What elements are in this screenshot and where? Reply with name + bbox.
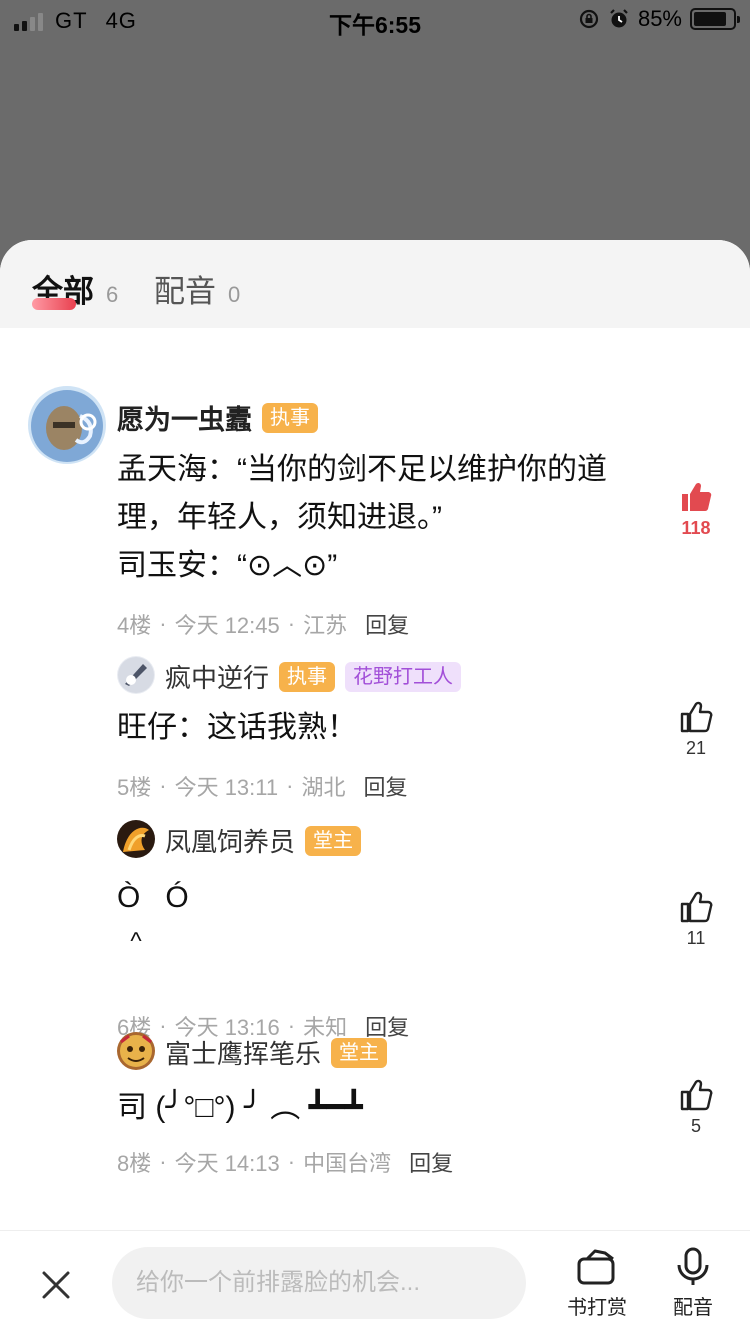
user-badge: 堂主 (331, 1037, 388, 1068)
meta-separator: · (287, 1149, 296, 1174)
floor-number: 4楼 (117, 613, 152, 638)
avatar[interactable] (28, 386, 106, 464)
active-tab-indicator (32, 298, 76, 310)
comment-location: 湖北 (301, 775, 346, 800)
battery-percent: 85% (637, 6, 682, 31)
avatar[interactable] (117, 820, 155, 858)
reply-button[interactable]: 回复 (365, 608, 409, 640)
gift-bag-icon (577, 1249, 615, 1285)
like-count: 5 (690, 1116, 701, 1136)
thumbs-up-icon (680, 1079, 713, 1111)
comment-time: 今天 14:13 (174, 1151, 280, 1176)
like-count: 11 (686, 928, 706, 948)
comments-sheet: 全部 6 配音 0 愿为一虫蠹 执事 孟天海：“当你的剑不足以维护你的道 理，年… (0, 240, 750, 1334)
battery-icon (690, 8, 740, 30)
comment-text-line: 孟天海：“当你的剑不足以维护你的道 (117, 453, 607, 486)
floor-number: 8楼 (117, 1151, 152, 1176)
meta-separator: · (286, 773, 294, 798)
comment-text-line: 理，年轻人，须知进退。” (117, 501, 442, 534)
dubbing-label: 配音 (673, 1297, 713, 1319)
username[interactable]: 愿为一虫蠹 (117, 398, 252, 437)
user-badge: 花野打工人 (345, 661, 462, 692)
like-button[interactable]: 5 (678, 1078, 714, 1137)
comment-text-line: Ò Ó (117, 881, 189, 914)
avatar[interactable] (117, 656, 155, 694)
like-button[interactable]: 118 (678, 480, 714, 539)
tab-all-count: 6 (106, 282, 119, 307)
meta-separator: · (159, 773, 167, 798)
comment-meta: 8楼 · 今天 14:13 · 中国台湾 回复 (117, 1146, 453, 1178)
comment-text-line: ^ (117, 928, 142, 955)
thumbs-up-icon (680, 891, 713, 923)
like-count: 21 (685, 738, 707, 758)
meta-separator: · (159, 1149, 167, 1174)
dubbing-button[interactable]: 配音 (658, 1247, 728, 1320)
username[interactable]: 富士鹰挥笔乐 (165, 1034, 321, 1071)
comment-input[interactable]: 给你一个前排露脸的机会... (112, 1247, 526, 1319)
like-button[interactable]: 11 (678, 890, 714, 949)
user-badge: 堂主 (305, 825, 362, 856)
comment-meta: 4楼 · 今天 12:45 · 江苏 回复 (117, 608, 409, 640)
like-button[interactable]: 21 (678, 700, 714, 759)
comment-meta: 5楼 · 今天 13:11 · 湖北 回复 (117, 770, 407, 802)
reply-button[interactable]: 回复 (363, 770, 407, 802)
rotation-lock-icon (579, 9, 599, 29)
tab-dubbing-label: 配音 (154, 274, 216, 309)
comment-location: 江苏 (303, 613, 348, 638)
close-icon (42, 1271, 70, 1299)
user-badge: 执事 (262, 402, 318, 433)
meta-separator: · (287, 611, 296, 636)
user-badge: 执事 (279, 661, 336, 692)
tab-dubbing-count: 0 (228, 282, 241, 307)
thumbs-up-filled-icon (682, 482, 712, 511)
microphone-icon (677, 1247, 709, 1285)
comment-time: 今天 13:11 (174, 775, 279, 800)
reply-button[interactable]: 回复 (409, 1146, 453, 1178)
tab-dubbing[interactable]: 配音 0 (154, 266, 240, 311)
close-button[interactable] (36, 1265, 76, 1305)
alarm-icon (610, 9, 628, 28)
book-reward-button[interactable]: 书打赏 (562, 1247, 632, 1320)
avatar[interactable] (117, 1032, 155, 1070)
thumbs-up-icon (680, 701, 713, 733)
book-reward-label: 书打赏 (567, 1297, 627, 1319)
username[interactable]: 凤凰饲养员 (165, 822, 295, 859)
comment-text-line: 司 (╯°□°) ╯ ︵ ┻━┻ (117, 1091, 363, 1124)
username[interactable]: 疯中逆行 (165, 658, 269, 695)
comment-text-line: 司玉安：“⊙︿⊙” (117, 549, 338, 582)
floor-number: 5楼 (117, 775, 152, 800)
comment-location: 中国台湾 (303, 1151, 392, 1176)
status-bar: GT 4G 下午6:55 85% (0, 0, 750, 40)
comment-time: 今天 12:45 (174, 613, 280, 638)
comment-input-bar: 给你一个前排露脸的机会... 书打赏 配音 (0, 1230, 750, 1334)
tabs-bar: 全部 6 配音 0 (0, 240, 750, 328)
meta-separator: · (159, 611, 167, 636)
like-count: 118 (681, 518, 711, 538)
comment-text-line: 旺仔：这话我熟！ (117, 711, 357, 744)
